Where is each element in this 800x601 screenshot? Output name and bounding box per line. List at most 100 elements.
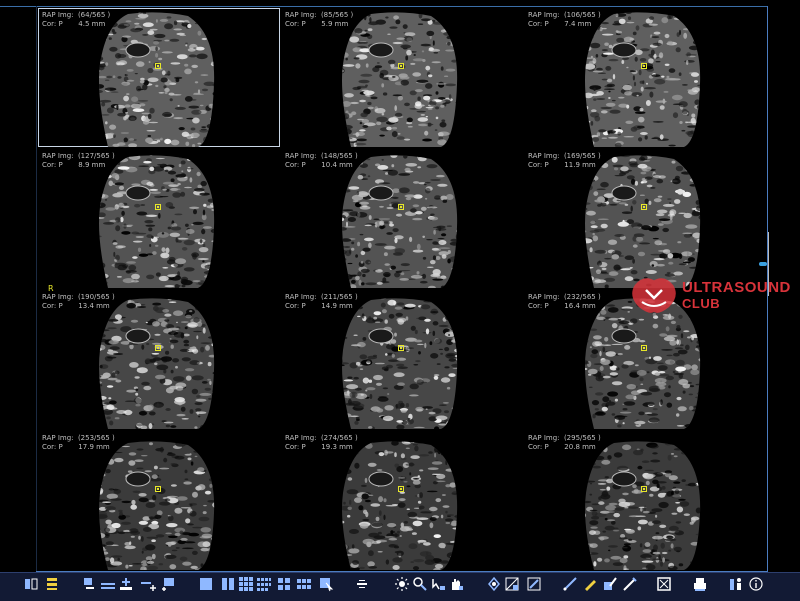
info-button[interactable]	[747, 577, 765, 595]
slice-index-label: RAP Img: (232/565 )	[528, 293, 601, 301]
target-marker	[155, 63, 161, 69]
image-tile[interactable]: RAP Img: (169/565 ) Cor: P 11.9 mm	[524, 149, 766, 288]
layout-toggle-icon	[23, 576, 39, 596]
watermark-emblem-icon	[632, 278, 676, 313]
slice-depth-label: Cor: P 17.9 mm	[42, 443, 110, 451]
target-marker	[641, 63, 647, 69]
layout-2x1-icon	[220, 576, 236, 596]
list-button[interactable]	[43, 577, 61, 595]
zoom-pointer-icon	[430, 576, 446, 596]
target-marker	[641, 345, 647, 351]
slice-minus-button[interactable]	[81, 577, 99, 595]
capture-button[interactable]	[655, 577, 673, 595]
annotate-button[interactable]	[601, 577, 619, 595]
image-tile[interactable]: RAP Img: (148/565 ) Cor: P 10.4 mm	[281, 149, 523, 288]
cursor-icon	[318, 576, 334, 596]
slice-info: RAP Img: (64/565 ) Cor: P 4.5 mm	[42, 11, 110, 29]
ruler-button[interactable]	[621, 577, 639, 595]
slice-depth-label: Cor: P 8.9 mm	[42, 161, 106, 169]
top-border	[0, 6, 768, 7]
center-align-button[interactable]	[353, 577, 371, 595]
layout-3x3-icon	[238, 576, 254, 596]
layout-1x1-button[interactable]	[197, 577, 215, 595]
layout-3x2-button[interactable]	[295, 577, 313, 595]
slice-info: RAP Img: (190/565 ) Cor: P 13.4 mm	[42, 293, 115, 311]
slice-index-label: RAP Img: (64/565 )	[42, 11, 111, 19]
annotate-icon	[602, 576, 618, 596]
slice-info: RAP Img: (148/565 ) Cor: P 10.4 mm	[285, 152, 358, 170]
zoom-pointer-button[interactable]	[429, 577, 447, 595]
measure-line-button[interactable]	[561, 577, 579, 595]
image-tile[interactable]: RAP Img: (190/565 ) Cor: P 13.4 mm	[38, 290, 280, 429]
capture-icon	[656, 576, 672, 596]
target-marker	[641, 486, 647, 492]
cursor-button[interactable]	[317, 577, 335, 595]
slice-depth-label: Cor: P 20.8 mm	[528, 443, 596, 451]
rotate-button[interactable]	[485, 576, 503, 595]
image-tile[interactable]: RAP Img: (211/565 ) Cor: P 14.9 mm	[281, 290, 523, 429]
watermark-line2: CLUB	[682, 296, 721, 311]
target-marker	[398, 204, 404, 210]
image-tile[interactable]: RAP Img: (85/565 ) Cor: P 5.9 mm	[281, 8, 523, 147]
slice-info: RAP Img: (295/565 ) Cor: P 20.8 mm	[528, 434, 601, 452]
slice-index-label: RAP Img: (274/565 )	[285, 434, 358, 442]
pencil-icon	[582, 576, 598, 596]
slice-info: RAP Img: (253/565 ) Cor: P 17.9 mm	[42, 434, 115, 452]
target-marker	[398, 486, 404, 492]
reset-view-button[interactable]	[525, 577, 543, 595]
print-button[interactable]	[691, 577, 709, 595]
slice-plus-button[interactable]	[117, 577, 135, 595]
layout-3x3-button[interactable]	[237, 577, 255, 595]
image-tile[interactable]: RAP Img: (295/565 ) Cor: P 20.8 mm	[524, 431, 766, 570]
pan-hand-button[interactable]	[447, 577, 465, 595]
spacing-plus-icon	[140, 576, 156, 596]
target-marker	[155, 204, 161, 210]
spacing-plus-button[interactable]	[139, 577, 157, 595]
image-tile[interactable]: RAP Img: (274/565 ) Cor: P 19.3 mm	[281, 431, 523, 570]
watermark-logo: ULTRASOUND CLUB	[628, 276, 798, 316]
pencil-button[interactable]	[581, 577, 599, 595]
slice-plus-icon	[118, 576, 134, 596]
watermark-line1: ULTRASOUND	[682, 279, 791, 296]
image-tile[interactable]: RAP Img: (106/565 ) Cor: P 7.4 mm	[524, 8, 766, 147]
info-icon	[748, 576, 764, 596]
slice-info: RAP Img: (274/565 ) Cor: P 19.3 mm	[285, 434, 358, 452]
magnify-icon	[412, 576, 428, 596]
crop-icon	[504, 576, 520, 596]
slice-spacing-icon	[100, 576, 116, 596]
slice-depth-label: Cor: P 13.4 mm	[42, 302, 110, 310]
target-marker	[155, 486, 161, 492]
orientation-label: R	[48, 284, 54, 293]
layout-4x3-icon	[256, 576, 272, 596]
left-border	[36, 6, 37, 572]
slice-add-icon	[160, 576, 176, 596]
target-marker	[398, 345, 404, 351]
layout-toggle-button[interactable]	[22, 577, 40, 595]
slice-spacing-button[interactable]	[99, 577, 117, 595]
image-tile[interactable]: RAP Img: (127/565 ) Cor: P 8.9 mm	[38, 149, 280, 288]
slice-add-button[interactable]	[159, 577, 177, 595]
figure-button[interactable]	[727, 577, 745, 595]
slice-info: RAP Img: (106/565 ) Cor: P 7.4 mm	[528, 11, 601, 29]
layout-2x2-button[interactable]	[275, 577, 293, 595]
reset-view-icon	[526, 576, 542, 596]
image-tile[interactable]: RAP Img: (253/565 ) Cor: P 17.9 mm	[38, 431, 280, 570]
slice-index-label: RAP Img: (148/565 )	[285, 152, 358, 160]
slice-depth-label: Cor: P 14.9 mm	[285, 302, 353, 310]
slice-info: RAP Img: (232/565 ) Cor: P 16.4 mm	[528, 293, 601, 311]
measure-line-icon	[562, 576, 578, 596]
layout-1x1-icon	[198, 576, 214, 596]
layout-4x3-button[interactable]	[255, 577, 273, 595]
layout-2x1-button[interactable]	[219, 577, 237, 595]
target-marker	[155, 345, 161, 351]
brightness-button[interactable]	[393, 577, 411, 595]
list-icon	[44, 576, 60, 596]
slice-info: RAP Img: (85/565 ) Cor: P 5.9 mm	[285, 11, 353, 29]
slice-info: RAP Img: (211/565 ) Cor: P 14.9 mm	[285, 293, 358, 311]
center-align-icon	[354, 576, 370, 596]
scroll-handle[interactable]	[759, 262, 767, 266]
crop-button[interactable]	[503, 577, 521, 595]
print-icon	[692, 576, 708, 596]
magnify-button[interactable]	[411, 577, 429, 595]
image-tile[interactable]: RAP Img: (64/565 ) Cor: P 4.5 mm	[38, 8, 280, 147]
